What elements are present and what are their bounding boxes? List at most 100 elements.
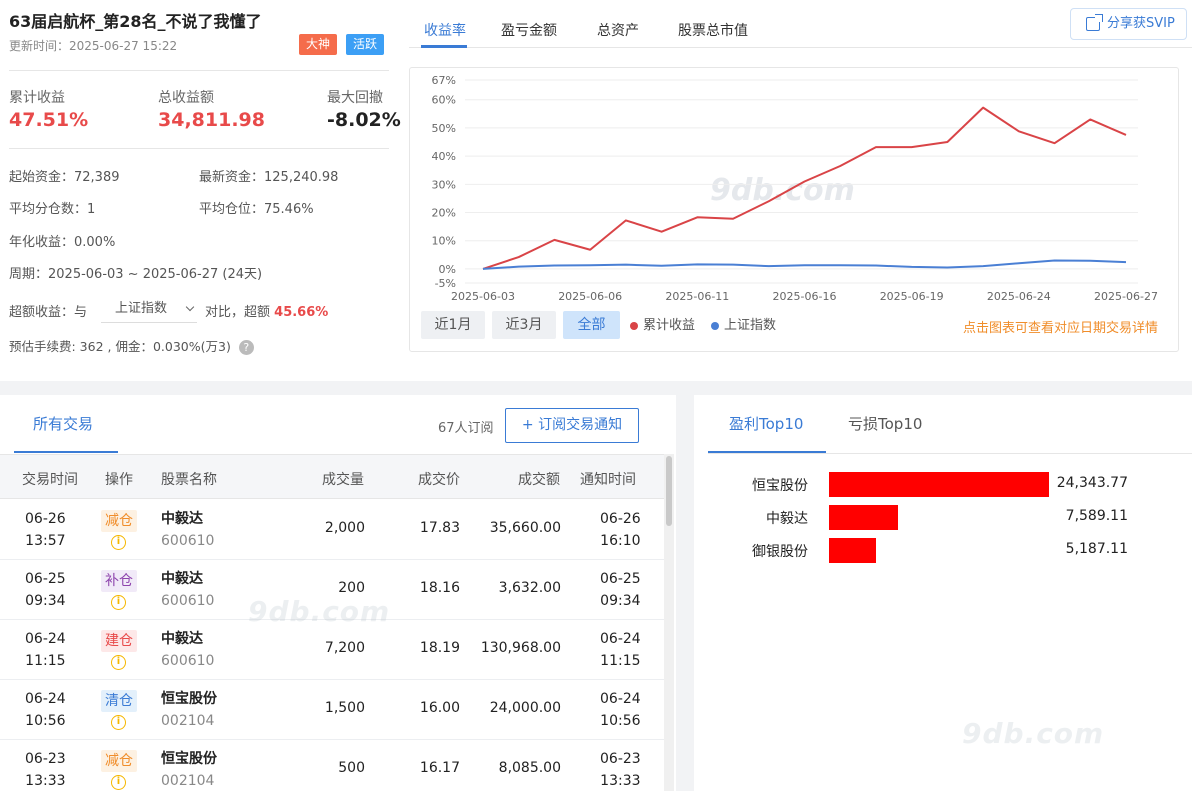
x-tick-label: 2025-06-03 bbox=[451, 290, 515, 303]
trade-volume: 1,500 bbox=[324, 700, 365, 716]
section-divider bbox=[0, 381, 1192, 395]
tab-stock-market-value[interactable]: 股票总市值 bbox=[678, 20, 748, 40]
avg-splits: 平均分仓数：1 bbox=[9, 202, 96, 217]
trade-amount: 24,000.00 bbox=[489, 700, 561, 716]
tab-all-trades[interactable]: 所有交易 bbox=[33, 413, 93, 434]
notify-date: 06-25 bbox=[600, 571, 641, 587]
stock-name: 恒宝股份 bbox=[161, 691, 217, 707]
trade-amount: 3,632.00 bbox=[498, 580, 561, 596]
benchmark-select-value: 上证指数 bbox=[115, 301, 168, 316]
trade-time: 06-25 09:34 bbox=[25, 568, 66, 612]
trade-time: 06-24 10:56 bbox=[25, 688, 66, 732]
col-amount: 成交额 bbox=[518, 472, 560, 488]
stock-cell[interactable]: 恒宝股份 002104 bbox=[161, 748, 217, 791]
profit-bar[interactable] bbox=[829, 472, 1049, 497]
stock-code: 002104 bbox=[161, 773, 215, 789]
tab-loss-top10[interactable]: 亏损Top10 bbox=[848, 413, 922, 434]
y-tick-label: 20% bbox=[432, 207, 456, 220]
excess-value: 45.66% bbox=[274, 305, 329, 320]
trade-amount: 35,660.00 bbox=[489, 520, 561, 536]
y-tick-label: 40% bbox=[432, 150, 456, 163]
trade-price: 18.16 bbox=[419, 580, 460, 596]
trade-date: 06-24 bbox=[25, 691, 66, 707]
stat-value-max-drawdown: -8.02% bbox=[327, 109, 401, 131]
stock-cell[interactable]: 中毅达 600610 bbox=[161, 628, 214, 672]
profit-bar[interactable] bbox=[829, 505, 898, 530]
range-all-button[interactable]: 全部 bbox=[563, 311, 620, 339]
info-icon[interactable]: i bbox=[111, 715, 126, 730]
col-operation: 操作 bbox=[105, 472, 133, 488]
range-3-month-button[interactable]: 近3月 bbox=[492, 311, 556, 339]
operation-badge: 补仓 bbox=[101, 570, 137, 592]
notify-clock: 10:56 bbox=[600, 713, 641, 729]
legend-index[interactable]: 上证指数 bbox=[711, 314, 776, 333]
stock-cell[interactable]: 中毅达 600610 bbox=[161, 508, 214, 552]
legend-cumulative[interactable]: 累计收益 bbox=[630, 314, 695, 333]
subscribe-notification-button[interactable]: + 订阅交易通知 bbox=[505, 408, 639, 443]
excess-middle: 对比，超额 bbox=[205, 305, 271, 320]
notify-clock: 16:10 bbox=[600, 533, 641, 549]
operation-badge: 建仓 bbox=[101, 630, 137, 652]
y-tick-label: -5% bbox=[435, 277, 456, 290]
stat-label-max-drawdown: 最大回撤 bbox=[327, 90, 383, 106]
trade-price: 16.17 bbox=[419, 760, 460, 776]
trade-price: 18.19 bbox=[419, 640, 460, 656]
y-tick-label: 10% bbox=[432, 235, 456, 248]
operation-badge: 清仓 bbox=[101, 690, 137, 712]
help-icon[interactable]: ? bbox=[238, 340, 254, 355]
tab-total-assets[interactable]: 总资产 bbox=[597, 20, 639, 40]
profit-bar[interactable] bbox=[829, 538, 876, 563]
tab-profit-top10[interactable]: 盈利Top10 bbox=[729, 413, 803, 434]
x-tick-label: 2025-06-06 bbox=[558, 290, 622, 303]
legend-label-cumulative: 累计收益 bbox=[643, 318, 696, 333]
annual-return: 年化收益：0.00% bbox=[9, 235, 116, 250]
col-price: 成交价 bbox=[418, 472, 460, 488]
excess-compare-text: 对比，超额 45.66% bbox=[205, 301, 328, 320]
return-line-chart[interactable]: 9db.com67%60%50%40%30%20%10%0%-5%2025-06… bbox=[410, 68, 1178, 351]
stat-label-total-profit: 总收益额 bbox=[158, 90, 214, 106]
stock-name: 中毅达 bbox=[161, 511, 203, 527]
trades-panel: 所有交易 67人订阅 + 订阅交易通知 交易时间 操作 股票名称 成交量 成交价… bbox=[0, 395, 676, 791]
info-icon[interactable]: i bbox=[111, 535, 126, 550]
bar-label: 恒宝股份 bbox=[752, 478, 808, 494]
tag-active: 活跃 bbox=[346, 34, 385, 55]
benchmark-select[interactable]: 上证指数 bbox=[101, 295, 197, 323]
update-time: 更新时间：2025-06-27 15:22 bbox=[9, 39, 178, 53]
fee-text: 预估手续费: 362 , 佣金：0.030%(万3) bbox=[9, 339, 231, 354]
range-1-month-button[interactable]: 近1月 bbox=[421, 311, 485, 339]
divider bbox=[9, 70, 389, 71]
stock-cell[interactable]: 恒宝股份 002104 bbox=[161, 688, 217, 732]
table-row[interactable]: 06-24 10:56 清仓 i 恒宝股份 002104 1,500 16.00 24,000.… bbox=[0, 680, 664, 740]
stat-value-cumulative: 47.51% bbox=[9, 109, 89, 131]
table-header: 交易时间 操作 股票名称 成交量 成交价 成交额 通知时间 bbox=[0, 454, 664, 499]
info-icon[interactable]: i bbox=[111, 775, 126, 790]
stock-cell[interactable]: 中毅达 600610 bbox=[161, 568, 214, 612]
table-scrollbar[interactable] bbox=[664, 454, 674, 791]
trade-clock: 10:56 bbox=[25, 713, 66, 729]
notify-date: 06-26 bbox=[600, 511, 641, 527]
tab-profit-loss[interactable]: 盈亏金额 bbox=[501, 20, 557, 40]
table-row[interactable]: 06-23 13:33 减仓 i 恒宝股份 002104 500 16.17 8,085.00 0… bbox=[0, 740, 664, 791]
table-row[interactable]: 06-26 13:57 减仓 i 中毅达 600610 2,000 17.83 35,660.0… bbox=[0, 500, 664, 560]
info-icon[interactable]: i bbox=[111, 595, 126, 610]
share-svip-button[interactable]: 分享获SVIP bbox=[1070, 8, 1187, 40]
series-line-index[interactable] bbox=[482, 259, 1127, 270]
notify-clock: 09:34 bbox=[600, 593, 641, 609]
divider bbox=[9, 148, 389, 149]
active-tab-indicator bbox=[708, 451, 826, 453]
tab-return-rate[interactable]: 收益率 bbox=[424, 20, 466, 40]
divider bbox=[708, 453, 1192, 454]
share-label: 分享获SVIP bbox=[1107, 16, 1175, 31]
x-tick-label: 2025-06-19 bbox=[880, 290, 944, 303]
share-icon bbox=[1086, 14, 1103, 31]
notify-date: 06-23 bbox=[600, 751, 641, 767]
y-tick-label: 60% bbox=[432, 94, 456, 107]
stock-name: 中毅达 bbox=[161, 571, 203, 587]
trade-time: 06-23 13:33 bbox=[25, 748, 66, 791]
info-icon[interactable]: i bbox=[111, 655, 126, 670]
start-capital: 起始资金：72,389 bbox=[9, 170, 120, 185]
table-row[interactable]: 06-24 11:15 建仓 i 中毅达 600610 7,200 18.19 130,968.… bbox=[0, 620, 664, 680]
bar-value: 24,343.77 bbox=[1056, 475, 1128, 491]
scrollbar-thumb[interactable] bbox=[666, 456, 672, 526]
stat-value-total-profit: 34,811.98 bbox=[158, 109, 265, 131]
